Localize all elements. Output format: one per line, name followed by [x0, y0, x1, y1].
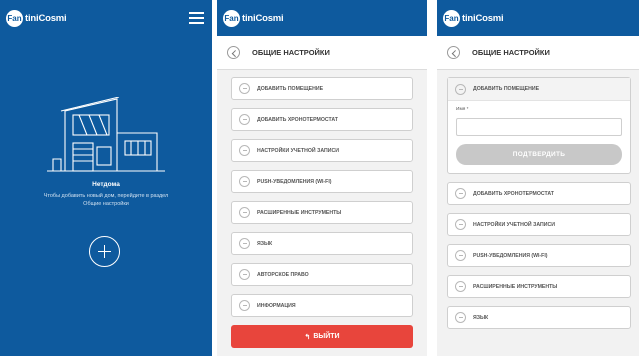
- expand-icon: [239, 300, 250, 311]
- expand-icon: [455, 219, 466, 230]
- collapse-icon: [455, 83, 466, 95]
- add-home-button[interactable]: [89, 236, 120, 267]
- house-illustration: [47, 97, 165, 172]
- settings-item-add-chronothermostat[interactable]: ДОБАВИТЬ ХРОНОТЕРМОСТАТ: [447, 182, 631, 205]
- app-header: Fan tiniCosmi: [437, 0, 639, 36]
- settings-item-push[interactable]: PUSH-УВЕДОМЛЕНИЯ (WI-FI): [447, 244, 631, 267]
- logout-icon: ↰: [304, 333, 311, 341]
- settings-list: ДОБАВИТЬ ПОМЕЩЕНИЕ Имя * ПОДТВЕРДИТЬ ДОБ…: [437, 70, 639, 329]
- expand-icon: [455, 250, 466, 261]
- settings-item-push[interactable]: PUSH-УВЕДОМЛЕНИЯ (WI-FI): [231, 170, 413, 193]
- settings-item-account[interactable]: НАСТРОЙКИ УЧЕТНОЙ ЗАПИСИ: [447, 213, 631, 236]
- page-title: ОБЩИЕ НАСТРОЙКИ: [252, 48, 330, 57]
- settings-header: ОБЩИЕ НАСТРОЙКИ: [437, 36, 639, 70]
- settings-sheet: ОБЩИЕ НАСТРОЙКИ ДОБАВИТЬ ПОМЕЩЕНИЕ Имя *…: [437, 36, 639, 356]
- app-header: Fan tiniCosmi: [0, 0, 212, 36]
- expand-icon: [239, 145, 250, 156]
- back-icon[interactable]: [227, 46, 240, 59]
- settings-item-language[interactable]: ЯЗЫК: [231, 232, 413, 255]
- expand-icon: [239, 207, 250, 218]
- name-field-label: Имя *: [456, 107, 469, 112]
- expand-icon: [239, 238, 250, 249]
- settings-item-add-room[interactable]: ДОБАВИТЬ ПОМЕЩЕНИЕ: [448, 78, 630, 101]
- expand-icon: [455, 281, 466, 292]
- settings-item-info[interactable]: ИНФОРМАЦИЯ: [231, 294, 413, 317]
- expand-icon: [239, 114, 250, 125]
- expand-icon: [455, 188, 466, 199]
- settings-screen: Fan tiniCosmi ОБЩИЕ НАСТРОЙКИ ДОБАВИТЬ П…: [217, 0, 427, 356]
- settings-item-advanced[interactable]: РАСШИРЕННЫЕ ИНСТРУМЕНТЫ: [231, 201, 413, 224]
- settings-item-language[interactable]: ЯЗЫК: [447, 306, 631, 329]
- expand-icon: [239, 176, 250, 187]
- logo-text: tiniCosmi: [242, 12, 284, 24]
- add-room-form: Имя * ПОДТВЕРДИТЬ: [448, 101, 630, 173]
- logo-mark: Fan: [6, 9, 23, 27]
- no-home-title: Нетдома: [92, 181, 120, 188]
- menu-icon[interactable]: [189, 12, 204, 24]
- logout-button[interactable]: ↰ ВЫЙТИ: [231, 325, 413, 348]
- settings-add-room-screen: Fan tiniCosmi ОБЩИЕ НАСТРОЙКИ ДОБАВИТЬ П…: [437, 0, 639, 356]
- settings-item-copyright[interactable]: АВТОРСКОЕ ПРАВО: [231, 263, 413, 286]
- home-screen: Fan tiniCosmi Нетдома Чтобы добавить нов…: [0, 0, 212, 356]
- name-field[interactable]: [456, 118, 622, 136]
- logo-text: tiniCosmi: [462, 12, 504, 24]
- no-home-description: Чтобы добавить новый дом, перейдите в ра…: [43, 193, 169, 207]
- settings-item-account[interactable]: НАСТРОЙКИ УЧЕТНОЙ ЗАПИСИ: [231, 139, 413, 162]
- expand-icon: [239, 269, 250, 280]
- expand-icon: [239, 83, 250, 94]
- expand-icon: [455, 312, 466, 323]
- page-title: ОБЩИЕ НАСТРОЙКИ: [472, 48, 550, 57]
- settings-item-add-room[interactable]: ДОБАВИТЬ ПОМЕЩЕНИЕ: [231, 77, 413, 100]
- settings-item-advanced[interactable]: РАСШИРЕННЫЕ ИНСТРУМЕНТЫ: [447, 275, 631, 298]
- logo-mark: Fan: [443, 9, 460, 27]
- add-room-card: ДОБАВИТЬ ПОМЕЩЕНИЕ Имя * ПОДТВЕРДИТЬ: [447, 77, 631, 174]
- confirm-button[interactable]: ПОДТВЕРДИТЬ: [456, 144, 622, 165]
- logo-mark: Fan: [223, 9, 240, 27]
- back-icon[interactable]: [447, 46, 460, 59]
- app-header: Fan tiniCosmi: [217, 0, 427, 36]
- settings-sheet: ОБЩИЕ НАСТРОЙКИ ДОБАВИТЬ ПОМЕЩЕНИЕ ДОБАВ…: [217, 36, 427, 356]
- logo-text: tiniCosmi: [25, 12, 67, 24]
- settings-header: ОБЩИЕ НАСТРОЙКИ: [217, 36, 427, 70]
- settings-item-add-chronothermostat[interactable]: ДОБАВИТЬ ХРОНОТЕРМОСТАТ: [231, 108, 413, 131]
- settings-list: ДОБАВИТЬ ПОМЕЩЕНИЕ ДОБАВИТЬ ХРОНОТЕРМОСТ…: [217, 70, 427, 348]
